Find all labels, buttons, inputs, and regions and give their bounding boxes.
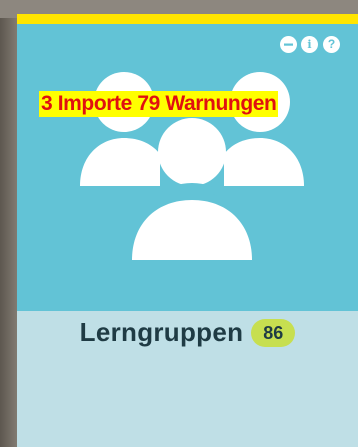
lerngruppen-tile[interactable]: i ? 3 Importe 79 Warnungen Lerngruppen 86 bbox=[17, 14, 358, 447]
info-button[interactable]: i bbox=[301, 36, 318, 53]
count-badge: 86 bbox=[251, 318, 296, 347]
accent-bar bbox=[17, 14, 358, 24]
help-button[interactable]: ? bbox=[323, 36, 340, 53]
minimize-button[interactable] bbox=[280, 36, 297, 53]
tile-title: Lerngruppen bbox=[79, 317, 244, 347]
import-warning-banner[interactable]: 3 Importe 79 Warnungen bbox=[39, 91, 279, 117]
minus-icon bbox=[284, 43, 293, 46]
tile-title-row: Lerngruppen 86 bbox=[17, 317, 358, 348]
